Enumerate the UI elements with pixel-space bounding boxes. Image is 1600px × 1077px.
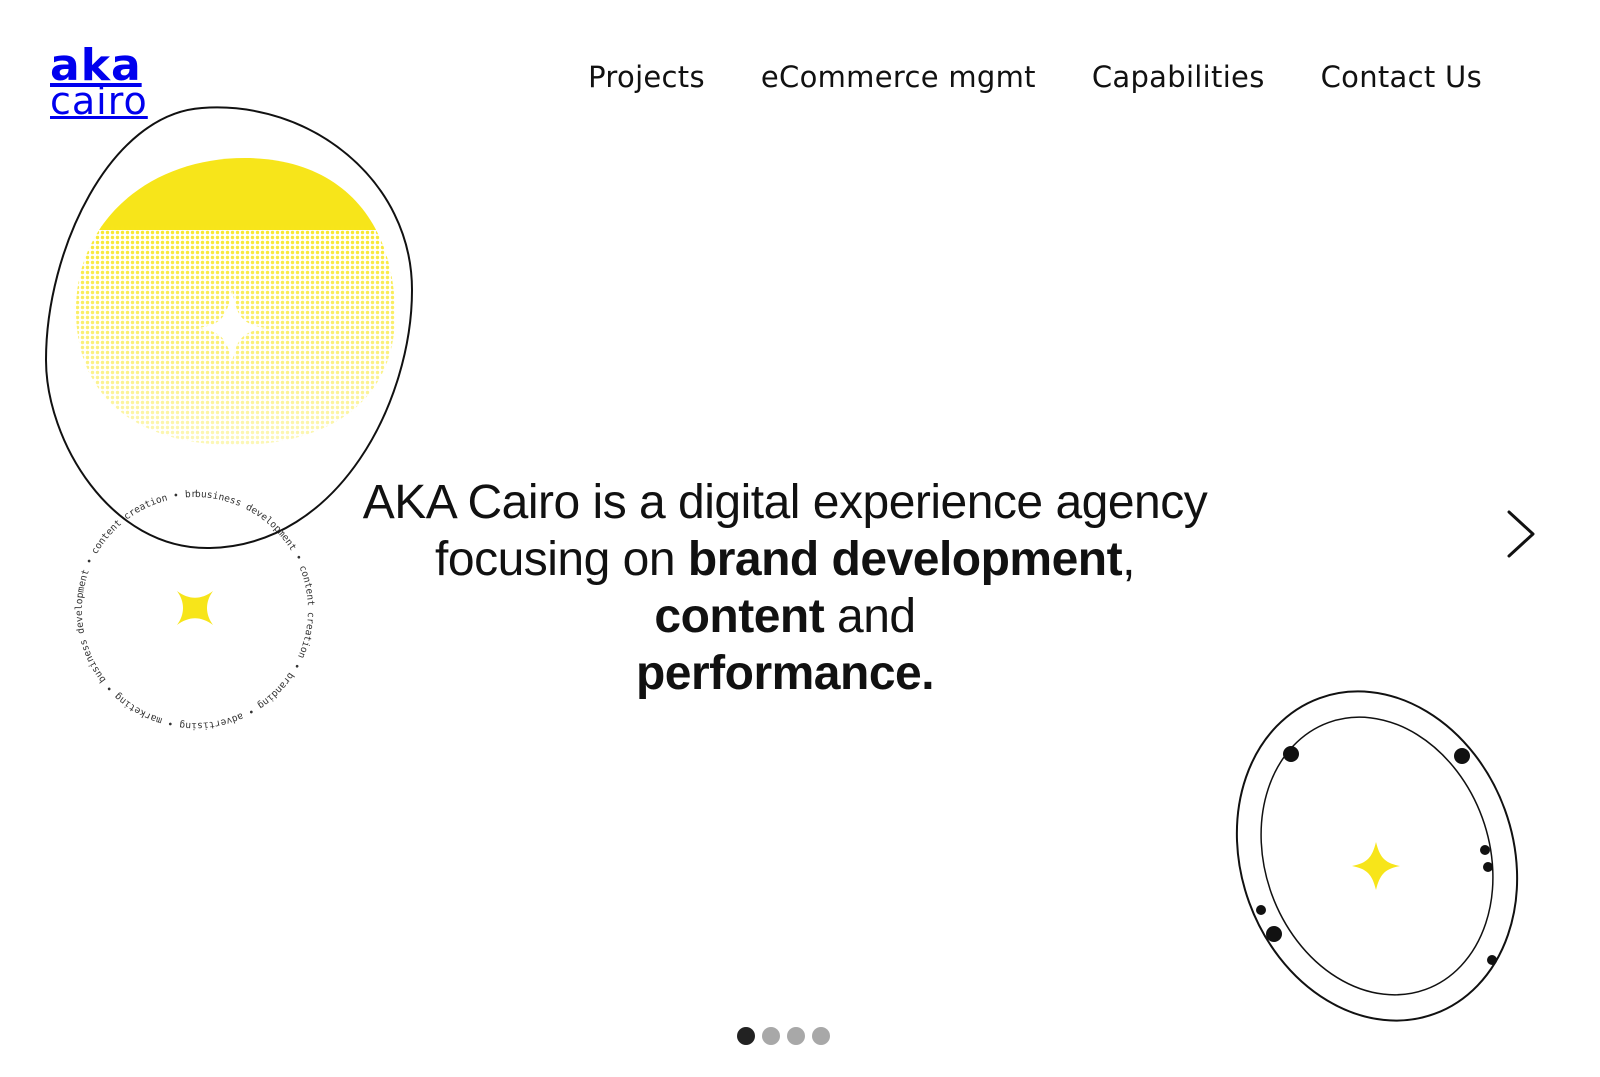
orbit-dot <box>1480 845 1490 855</box>
pagination-dot-3[interactable] <box>787 1027 805 1045</box>
nav-projects[interactable]: Projects <box>588 60 705 94</box>
orbit-dot <box>1454 748 1470 764</box>
yellow-solid-band <box>76 158 395 230</box>
orbit-dot <box>1483 862 1493 872</box>
services-ring-badge: business development • content creation … <box>65 482 316 731</box>
orbit-dot <box>1487 955 1497 965</box>
pagination-dot-1[interactable] <box>737 1027 755 1045</box>
hero-bold-performance: performance. <box>635 647 935 700</box>
orbit-dot <box>1283 746 1299 762</box>
yellow-sparkle-icon <box>1352 842 1400 890</box>
nav-ecommerce-mgmt[interactable]: eCommerce mgmt <box>761 60 1036 94</box>
hero-bold-brand-development: brand development <box>687 533 1123 586</box>
orbit-rings-illustration <box>1235 690 1519 1022</box>
nav-capabilities[interactable]: Capabilities <box>1092 60 1265 94</box>
orbit-dot <box>1266 926 1282 942</box>
hero-bold-content: content <box>654 590 825 643</box>
orbit-dot <box>1256 905 1266 915</box>
carousel-pagination <box>737 1027 830 1045</box>
yellow-sparkle-icon <box>177 591 213 625</box>
nav-contact-us[interactable]: Contact Us <box>1321 60 1482 94</box>
hero-headline: AKA Cairo is a digital experience agency… <box>360 474 1210 702</box>
pagination-dot-4[interactable] <box>812 1027 830 1045</box>
hero-text-part2: , <box>1122 533 1135 586</box>
chevron-right-icon[interactable] <box>1497 506 1543 562</box>
main-nav: Projects eCommerce mgmt Capabilities Con… <box>588 60 1482 94</box>
pagination-dot-2[interactable] <box>762 1027 780 1045</box>
hero-text-part3: and <box>824 590 916 643</box>
